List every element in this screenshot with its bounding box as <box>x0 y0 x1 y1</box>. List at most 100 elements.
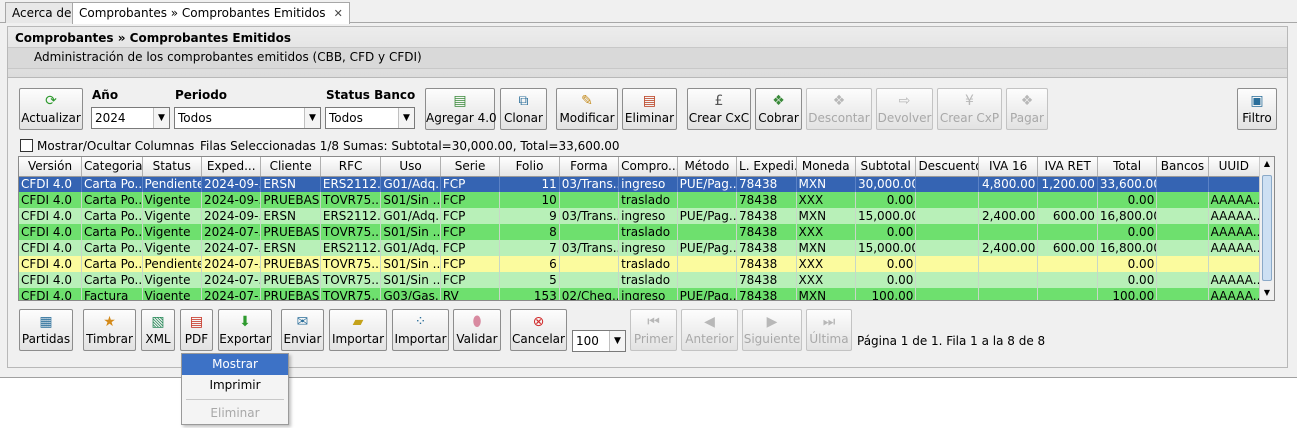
table-row[interactable]: CFDI 4.0FacturaVigente2024-07-...PRUEBAS… <box>19 288 1261 300</box>
column-header[interactable]: RFC <box>320 157 382 177</box>
column-header[interactable]: Categoria <box>81 157 143 177</box>
column-header[interactable]: Cliente <box>260 157 321 177</box>
importar-button[interactable]: ▰ Importar <box>329 309 387 351</box>
column-header[interactable]: Bancos <box>1156 157 1209 177</box>
scroll-thumb[interactable] <box>1262 175 1272 281</box>
mostrar-columnas-toggle[interactable]: Mostrar/Ocultar Columnas <box>20 139 194 153</box>
column-header[interactable]: Serie <box>440 157 501 177</box>
xml-button[interactable]: ▧ XML <box>141 309 175 351</box>
cancelar-button[interactable]: ⊗ Cancelar <box>510 309 567 351</box>
table-cell: Pendiente <box>142 256 202 272</box>
column-header[interactable]: L. Expedi... <box>736 157 797 177</box>
cobrar-button[interactable]: ❖ Cobrar <box>755 88 802 130</box>
column-header[interactable]: IVA 16 <box>978 157 1039 177</box>
close-icon[interactable]: ✕ <box>334 7 343 20</box>
crear-cxp-button[interactable]: ¥ Crear CxP <box>937 88 1002 130</box>
table-cell <box>978 192 1039 208</box>
column-header[interactable]: Compro... <box>618 157 678 177</box>
column-header[interactable]: Status <box>142 157 202 177</box>
column-header[interactable]: Método <box>677 157 738 177</box>
ultima-button[interactable]: ⏭ Última <box>806 309 852 351</box>
filtro-button[interactable]: ▣ Filtro <box>1237 88 1277 130</box>
enviar-button[interactable]: ✉ Enviar <box>281 309 324 351</box>
partidas-button[interactable]: ▦ Partidas <box>19 309 73 351</box>
crear-cxc-button[interactable]: £ Crear CxC <box>687 88 751 130</box>
tab-acerca-de[interactable]: Acerca de <box>5 2 79 23</box>
validar-button[interactable]: ⬮ Validar <box>453 309 501 351</box>
table-cell: XXX <box>796 272 856 288</box>
clone-icon: ⧉ <box>518 93 529 109</box>
exportar-button[interactable]: ⬇ Exportar <box>218 309 272 351</box>
table-row[interactable]: CFDI 4.0Carta Po...Vigente2024-07-...PRU… <box>19 224 1261 240</box>
siguiente-button[interactable]: ▶ Siguiente <box>742 309 802 351</box>
modificar-button[interactable]: ✎ Modificar <box>556 88 618 130</box>
column-header[interactable]: Descuento <box>915 157 979 177</box>
eliminar-button[interactable]: ▤ Eliminar <box>622 88 677 130</box>
column-header[interactable]: Exped... <box>201 157 262 177</box>
periodo-select[interactable]: Todos ▼ <box>174 107 321 129</box>
menu-item-imprimir[interactable]: Imprimir <box>182 375 288 396</box>
primer-button[interactable]: ⏮ Primer <box>630 309 677 351</box>
email-icon: ✉ <box>296 314 309 330</box>
table-row[interactable]: CFDI 4.0Carta Po...Vigente2024-09-...ERS… <box>19 208 1261 224</box>
column-header[interactable]: UUID <box>1208 157 1261 177</box>
column-header[interactable]: Total <box>1097 157 1158 177</box>
table-cell: 0.00 <box>855 192 917 208</box>
clonar-button[interactable]: ⧉ Clonar <box>500 88 547 130</box>
chevron-down-icon: ▼ <box>398 108 414 128</box>
column-header[interactable]: Moneda <box>796 157 856 177</box>
table-cell: CFDI 4.0 <box>19 224 83 240</box>
table-cell: 78438 <box>736 192 797 208</box>
tab-comprobantes-emitidos[interactable]: Comprobantes » Comprobantes Emitidos ✕ <box>72 2 350 24</box>
table-row[interactable]: CFDI 4.0Carta Po...Pendiente2024-07-...P… <box>19 256 1261 272</box>
menu-item-mostrar[interactable]: Mostrar <box>182 354 288 375</box>
column-header[interactable]: Forma <box>559 157 620 177</box>
scroll-down-icon[interactable]: ▼ <box>1260 286 1274 300</box>
table-cell: Carta Po... <box>81 176 143 192</box>
vertical-scrollbar[interactable]: ▲ ▼ <box>1259 157 1274 300</box>
tab-bar: Acerca de Comprobantes » Comprobantes Em… <box>0 0 1297 24</box>
table-cell: 7 <box>499 240 560 256</box>
table-cell <box>677 224 738 240</box>
table-cell: ERSN <box>260 208 321 224</box>
importar-masivo-button[interactable]: ⁘ Importar <box>392 309 449 351</box>
scroll-up-icon[interactable]: ▲ <box>1260 157 1274 171</box>
status-banco-select[interactable]: Todos ▼ <box>325 107 415 129</box>
table-cell: XXX <box>796 256 856 272</box>
page-size-select[interactable]: 100 ▼ <box>572 330 626 352</box>
actualizar-button[interactable]: ⟳ Actualizar <box>19 88 83 130</box>
timbrar-button[interactable]: ★ Timbrar <box>83 309 136 351</box>
table-cell: FCP <box>440 272 501 288</box>
table-cell: PRUEBAS <box>260 192 321 208</box>
anterior-button[interactable]: ◀ Anterior <box>681 309 738 351</box>
tab-label: Comprobantes » Comprobantes Emitidos <box>79 6 326 20</box>
table-row[interactable]: CFDI 4.0Carta Po...Vigente2024-07-...ERS… <box>19 240 1261 256</box>
table-row[interactable]: CFDI 4.0Carta Po...Vigente2024-09-...PRU… <box>19 192 1261 208</box>
mostrar-columnas-checkbox[interactable] <box>20 139 33 152</box>
pdf-button[interactable]: ▤ PDF <box>180 309 213 351</box>
table-cell: 8 <box>499 224 560 240</box>
anio-select[interactable]: 2024 ▼ <box>91 107 170 129</box>
column-header[interactable]: Versión <box>19 157 83 177</box>
table-cell <box>1156 176 1209 192</box>
column-header[interactable]: Folio <box>499 157 560 177</box>
table-cell: ingreso <box>618 208 678 224</box>
table-row[interactable]: CFDI 4.0Carta Po...Vigente2024-07-...PRU… <box>19 272 1261 288</box>
pagar-button[interactable]: ❖ Pagar <box>1006 88 1048 130</box>
devolver-button[interactable]: ⇨ Devolver <box>876 88 933 130</box>
column-header[interactable]: Uso <box>380 157 441 177</box>
descontar-button[interactable]: ❖ Descontar <box>806 88 872 130</box>
table-cell: PRUEBAS <box>260 256 321 272</box>
column-header[interactable]: IVA RET <box>1037 157 1098 177</box>
modificar-label: Modificar <box>559 111 615 125</box>
table-cell <box>915 256 979 272</box>
table-cell <box>1037 256 1098 272</box>
column-header[interactable]: Subtotal <box>855 157 917 177</box>
mostrar-columnas-label: Mostrar/Ocultar Columnas <box>37 139 195 153</box>
table-cell <box>1208 256 1261 272</box>
status-banco-value: Todos <box>329 111 363 125</box>
agregar-button[interactable]: ▤ Agregar 4.0 <box>425 88 497 130</box>
table-row[interactable]: CFDI 4.0Carta Po...Pendiente2024-09-...E… <box>19 176 1261 192</box>
page-title: Comprobantes » Comprobantes Emitidos <box>15 31 292 45</box>
download-arrow-icon: ⬇ <box>239 314 251 330</box>
